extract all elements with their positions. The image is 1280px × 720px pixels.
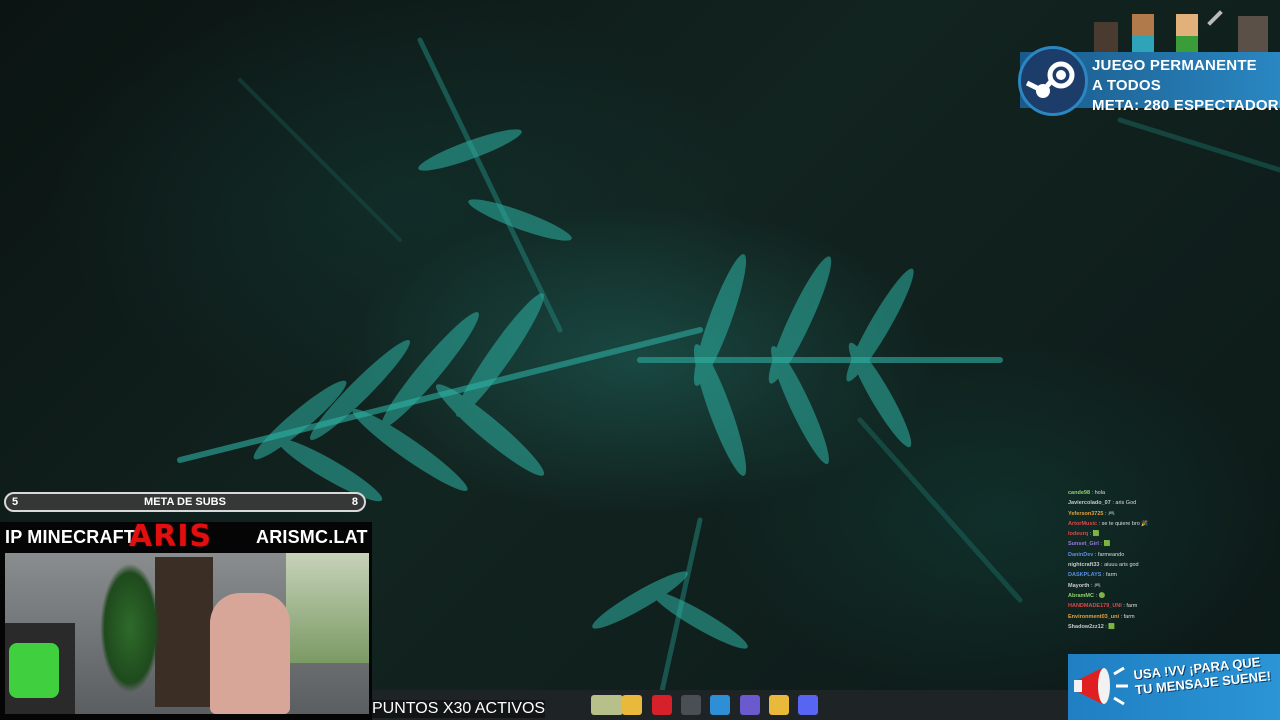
chat-username: Mayorth — [1068, 582, 1090, 589]
chat-message: Sunset_Girl : 🟩 — [1068, 539, 1280, 549]
chat-message: DASKPLAYS : farm — [1068, 570, 1280, 580]
steam-meta: META: 280 ESPECTADORES — [1092, 96, 1280, 116]
chat-username: Environment03_uni — [1068, 613, 1120, 620]
room-plant — [100, 563, 160, 693]
chat-text: : se te quiere bro 🎉 — [1097, 520, 1149, 527]
chat-text: : aiuuu aris god — [1099, 562, 1139, 569]
tts-promo-banner: USA !VV ¡PARA QUE TU MENSAJE SUENE! — [1068, 654, 1280, 720]
subs-goal-end: 8 — [351, 496, 358, 508]
chat-text: : farmeando — [1093, 551, 1125, 558]
chat-text: : 🟩 — [1103, 623, 1116, 630]
gaming-chair — [210, 593, 290, 714]
chat-message: Mayorth : 🎮 — [1068, 581, 1280, 591]
server-domain: ARISMC.LAT — [256, 527, 368, 547]
chat-text: : farm — [1101, 572, 1118, 579]
megaphone-icon — [1074, 666, 1128, 706]
chat-username: ArtorMusic — [1068, 520, 1098, 527]
chat-username: nightcraft33 — [1068, 562, 1100, 569]
steam-line-1: JUEGO PERMANENTE — [1092, 57, 1257, 74]
game-launcher-icon[interactable] — [591, 695, 623, 715]
chat-username: Sunset_Girl — [1068, 541, 1099, 548]
chat-username: DASKPLAYS — [1068, 572, 1102, 579]
chat-text: : 🎮 — [1103, 510, 1115, 517]
chat-text: : aris God — [1110, 500, 1137, 507]
chat-overlay: cande98 : hola Javiercolado_07 : aris God… — [1068, 488, 1280, 648]
chat-username: Shadow2zz12 — [1068, 623, 1104, 630]
opera-icon[interactable] — [651, 695, 672, 715]
room-shelf — [155, 557, 213, 707]
green-plush-figure — [9, 643, 59, 698]
chat-message: DaninDev : farmeando — [1068, 550, 1280, 560]
chat-username: HANDMADE179_UNI — [1068, 603, 1122, 610]
minecraft-ip-header: IP MINECRAFT ARIS ARISMC.LAT — [5, 519, 367, 554]
chat-message: Shadow2zz12 : 🟩 — [1068, 622, 1280, 632]
chat-message: cande98 : hola — [1068, 488, 1280, 498]
chat-text: : farm — [1121, 603, 1138, 610]
chat-username: cande98 — [1068, 490, 1091, 496]
discord-icon[interactable] — [798, 695, 819, 715]
chat-text: : 🟩 — [1098, 541, 1111, 548]
chat-message: lodeurq : 🟩 — [1068, 529, 1280, 539]
room-window — [286, 553, 369, 663]
ip-prefix: IP MINECRAFT — [5, 527, 136, 547]
points-ticker: PUNTOS X30 ACTIVOS — [372, 700, 546, 718]
chat-message: HANDMADE179_UNI : farm — [1068, 601, 1280, 611]
aris-logo: ARIS — [129, 519, 213, 554]
chat-text: : hola — [1090, 490, 1105, 496]
chat-text: : 🎮 — [1089, 582, 1101, 589]
steam-meta-label: META: — [1092, 97, 1140, 114]
chat-message: Yeferson3725 : 🎮 — [1068, 509, 1280, 519]
chat-message: AbramMC : 🟢 — [1068, 591, 1280, 601]
file-explorer-icon[interactable] — [622, 695, 643, 715]
steam-goal-text: JUEGO PERMANENTE A TODOS META: 280 ESPEC… — [1092, 56, 1280, 116]
store-icon[interactable] — [768, 695, 789, 715]
chat-message: Environment03_uni : farm — [1068, 612, 1280, 622]
chat-username: Yeferson3725 — [1068, 510, 1104, 517]
chat-username: Javiercolado_07 — [1068, 500, 1111, 507]
teams-icon[interactable] — [739, 695, 760, 715]
chat-message: ArtorMusic : se te quiere bro 🎉 — [1068, 519, 1280, 529]
subs-goal-bar: 5 META DE SUBS 8 — [4, 492, 366, 512]
steam-meta-value: 280 ESPECTADORES — [1143, 97, 1280, 114]
chat-message: nightcraft33 : aiuuu aris god — [1068, 560, 1280, 570]
window-app-icon[interactable] — [710, 695, 731, 715]
chat-text: : 🟩 — [1088, 531, 1100, 538]
chat-username: AbramMC — [1068, 592, 1094, 599]
chat-text: : 🟢 — [1093, 592, 1106, 599]
subs-goal-label: META DE SUBS — [144, 496, 226, 508]
app-icon[interactable] — [680, 695, 701, 715]
chat-username: lodeurq — [1068, 531, 1089, 538]
chat-text: : farm — [1119, 613, 1135, 620]
steam-icon — [1018, 46, 1088, 116]
chat-message: Javiercolado_07 : aris God — [1068, 498, 1280, 508]
game-characters-banner — [1080, 8, 1280, 54]
promo-text: USA !VV ¡PARA QUE TU MENSAJE SUENE! — [1132, 654, 1272, 698]
webcam-video — [5, 553, 369, 714]
chat-username: DaninDev — [1068, 551, 1094, 558]
steam-line-2: A TODOS — [1092, 77, 1161, 94]
